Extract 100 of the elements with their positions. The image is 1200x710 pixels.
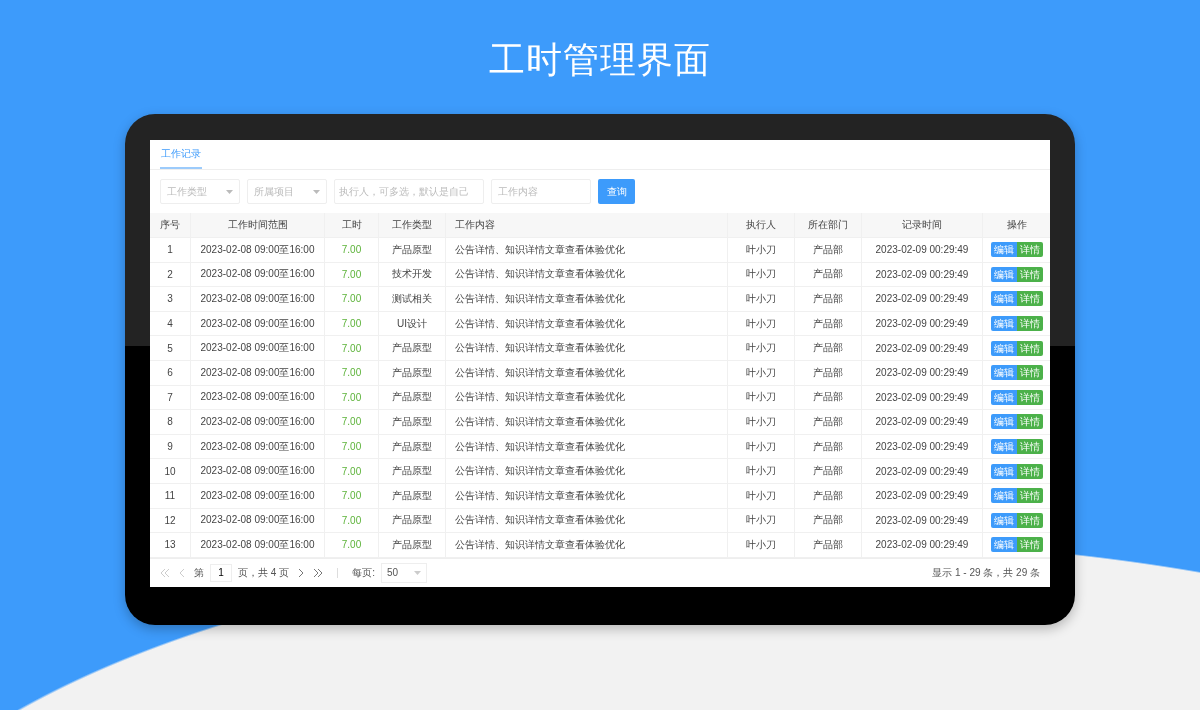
time-range-cell: 2023-02-08 09:00至16:00	[191, 459, 325, 483]
work-type-cell: 产品原型	[379, 336, 446, 360]
caret-icon	[226, 189, 233, 194]
detail-button[interactable]: 详情	[1016, 439, 1043, 455]
record-time-cell: 2023-02-09 00:29:49	[862, 360, 983, 385]
input-field[interactable]: 工作内容	[491, 179, 591, 204]
detail-button[interactable]: 详情	[1016, 389, 1043, 405]
edit-button[interactable]: 编辑	[990, 316, 1017, 332]
executor-cell: 叶小刀	[728, 508, 795, 533]
work-type-cell: 技术开发	[379, 262, 446, 287]
record-time-cell: 2023-02-09 00:29:49	[862, 508, 983, 533]
executor-cell: 叶小刀	[728, 459, 795, 483]
work-content-cell: 公告详情、知识详情文章查看体验优化	[446, 262, 728, 287]
work-type-cell: 产品原型	[379, 238, 446, 262]
tab[interactable]: 工作记录	[160, 140, 202, 169]
edit-button[interactable]: 编辑	[990, 463, 1017, 479]
hours-cell: 7.00	[325, 410, 379, 434]
work-content-cell: 公告详情、知识详情文章查看体验优化	[446, 533, 728, 557]
edit-button[interactable]: 编辑	[990, 537, 1017, 553]
hours-cell: 7.00	[325, 287, 379, 311]
detail-button[interactable]: 详情	[1016, 266, 1043, 282]
edit-button[interactable]: 编辑	[990, 389, 1017, 405]
row-number: 11	[150, 483, 191, 508]
record-time-cell: 2023-02-09 00:29:49	[862, 434, 983, 459]
edit-button[interactable]: 编辑	[990, 266, 1017, 282]
time-range-cell: 2023-02-08 09:00至16:00	[191, 287, 325, 311]
detail-button[interactable]: 详情	[1016, 537, 1043, 553]
work-type-cell: UI设计	[379, 311, 446, 336]
time-range-cell: 2023-02-08 09:00至16:00	[191, 434, 325, 459]
hours-cell: 7.00	[325, 483, 379, 508]
detail-button[interactable]: 详情	[1016, 291, 1043, 307]
hours-cell: 7.00	[325, 336, 379, 360]
page-input[interactable]: 1	[210, 563, 232, 582]
work-content-cell: 公告详情、知识详情文章查看体验优化	[446, 360, 728, 385]
detail-button[interactable]: 详情	[1016, 316, 1043, 332]
record-time-cell: 2023-02-09 00:29:49	[862, 483, 983, 508]
department-cell: 产品部	[795, 262, 862, 287]
executor-cell: 叶小刀	[728, 360, 795, 385]
edit-button[interactable]: 编辑	[990, 414, 1017, 430]
detail-button[interactable]: 详情	[1016, 340, 1043, 356]
time-range-cell: 2023-02-08 09:00至16:00	[191, 262, 325, 287]
time-range-cell: 2023-02-08 09:00至16:00	[191, 336, 325, 360]
work-type-cell: 产品原型	[379, 410, 446, 434]
department-cell: 产品部	[795, 410, 862, 434]
edit-button[interactable]: 编辑	[990, 365, 1017, 381]
time-range-cell: 2023-02-08 09:00至16:00	[191, 311, 325, 336]
record-time-cell: 2023-02-09 00:29:49	[862, 533, 983, 557]
department-cell: 产品部	[795, 311, 862, 336]
detail-button[interactable]: 详情	[1016, 242, 1043, 258]
executor-cell: 叶小刀	[728, 287, 795, 311]
caret-icon	[313, 189, 320, 194]
edit-button[interactable]: 编辑	[990, 340, 1017, 356]
edit-button[interactable]: 编辑	[990, 439, 1017, 455]
column-header: 工时	[325, 213, 379, 237]
edit-button[interactable]: 编辑	[990, 242, 1017, 258]
record-time-cell: 2023-02-09 00:29:49	[862, 287, 983, 311]
detail-button[interactable]: 详情	[1016, 463, 1043, 479]
record-time-cell: 2023-02-09 00:29:49	[862, 262, 983, 287]
column-header: 执行人	[728, 213, 795, 237]
column-header: 记录时间	[862, 213, 983, 237]
per-page-select[interactable]: 50	[380, 562, 427, 583]
time-range-cell: 2023-02-08 09:00至16:00	[191, 238, 325, 262]
work-content-cell: 公告详情、知识详情文章查看体验优化	[446, 238, 728, 262]
edit-button[interactable]: 编辑	[990, 512, 1017, 528]
detail-button[interactable]: 详情	[1016, 414, 1043, 430]
input-field[interactable]: 执行人，可多选，默认是自己	[334, 179, 484, 204]
hours-cell: 7.00	[325, 262, 379, 287]
edit-button[interactable]: 编辑	[990, 291, 1017, 307]
page-count-label: 页，共 4 页	[238, 565, 290, 580]
row-number: 9	[150, 434, 191, 459]
department-cell: 产品部	[795, 459, 862, 483]
work-type-cell: 产品原型	[379, 360, 446, 385]
executor-cell: 叶小刀	[728, 410, 795, 434]
detail-button[interactable]: 详情	[1016, 488, 1043, 504]
department-cell: 产品部	[795, 434, 862, 459]
column-header: 工作内容	[446, 213, 728, 237]
row-number: 13	[150, 533, 191, 557]
row-number: 8	[150, 410, 191, 434]
column-header: 工作类型	[379, 213, 446, 237]
search-button[interactable]: 查询	[598, 179, 635, 204]
time-range-cell: 2023-02-08 09:00至16:00	[191, 410, 325, 434]
department-cell: 产品部	[795, 533, 862, 557]
executor-cell: 叶小刀	[728, 434, 795, 459]
time-range-cell: 2023-02-08 09:00至16:00	[191, 508, 325, 533]
executor-cell: 叶小刀	[728, 336, 795, 360]
time-range-cell: 2023-02-08 09:00至16:00	[191, 385, 325, 410]
detail-button[interactable]: 详情	[1016, 512, 1043, 528]
select-field[interactable]: 所属项目	[247, 179, 327, 204]
detail-button[interactable]: 详情	[1016, 365, 1043, 381]
executor-cell: 叶小刀	[728, 311, 795, 336]
executor-cell: 叶小刀	[728, 533, 795, 557]
column-header: 序号	[150, 213, 191, 237]
time-range-cell: 2023-02-08 09:00至16:00	[191, 533, 325, 557]
edit-button[interactable]: 编辑	[990, 488, 1017, 504]
page-title: 工时管理界面	[489, 38, 711, 82]
work-content-cell: 公告详情、知识详情文章查看体验优化	[446, 385, 728, 410]
double-chevron-right-icon[interactable]	[312, 566, 324, 579]
work-content-cell: 公告详情、知识详情文章查看体验优化	[446, 459, 728, 483]
work-content-cell: 公告详情、知识详情文章查看体验优化	[446, 311, 728, 336]
work-content-cell: 公告详情、知识详情文章查看体验优化	[446, 410, 728, 434]
